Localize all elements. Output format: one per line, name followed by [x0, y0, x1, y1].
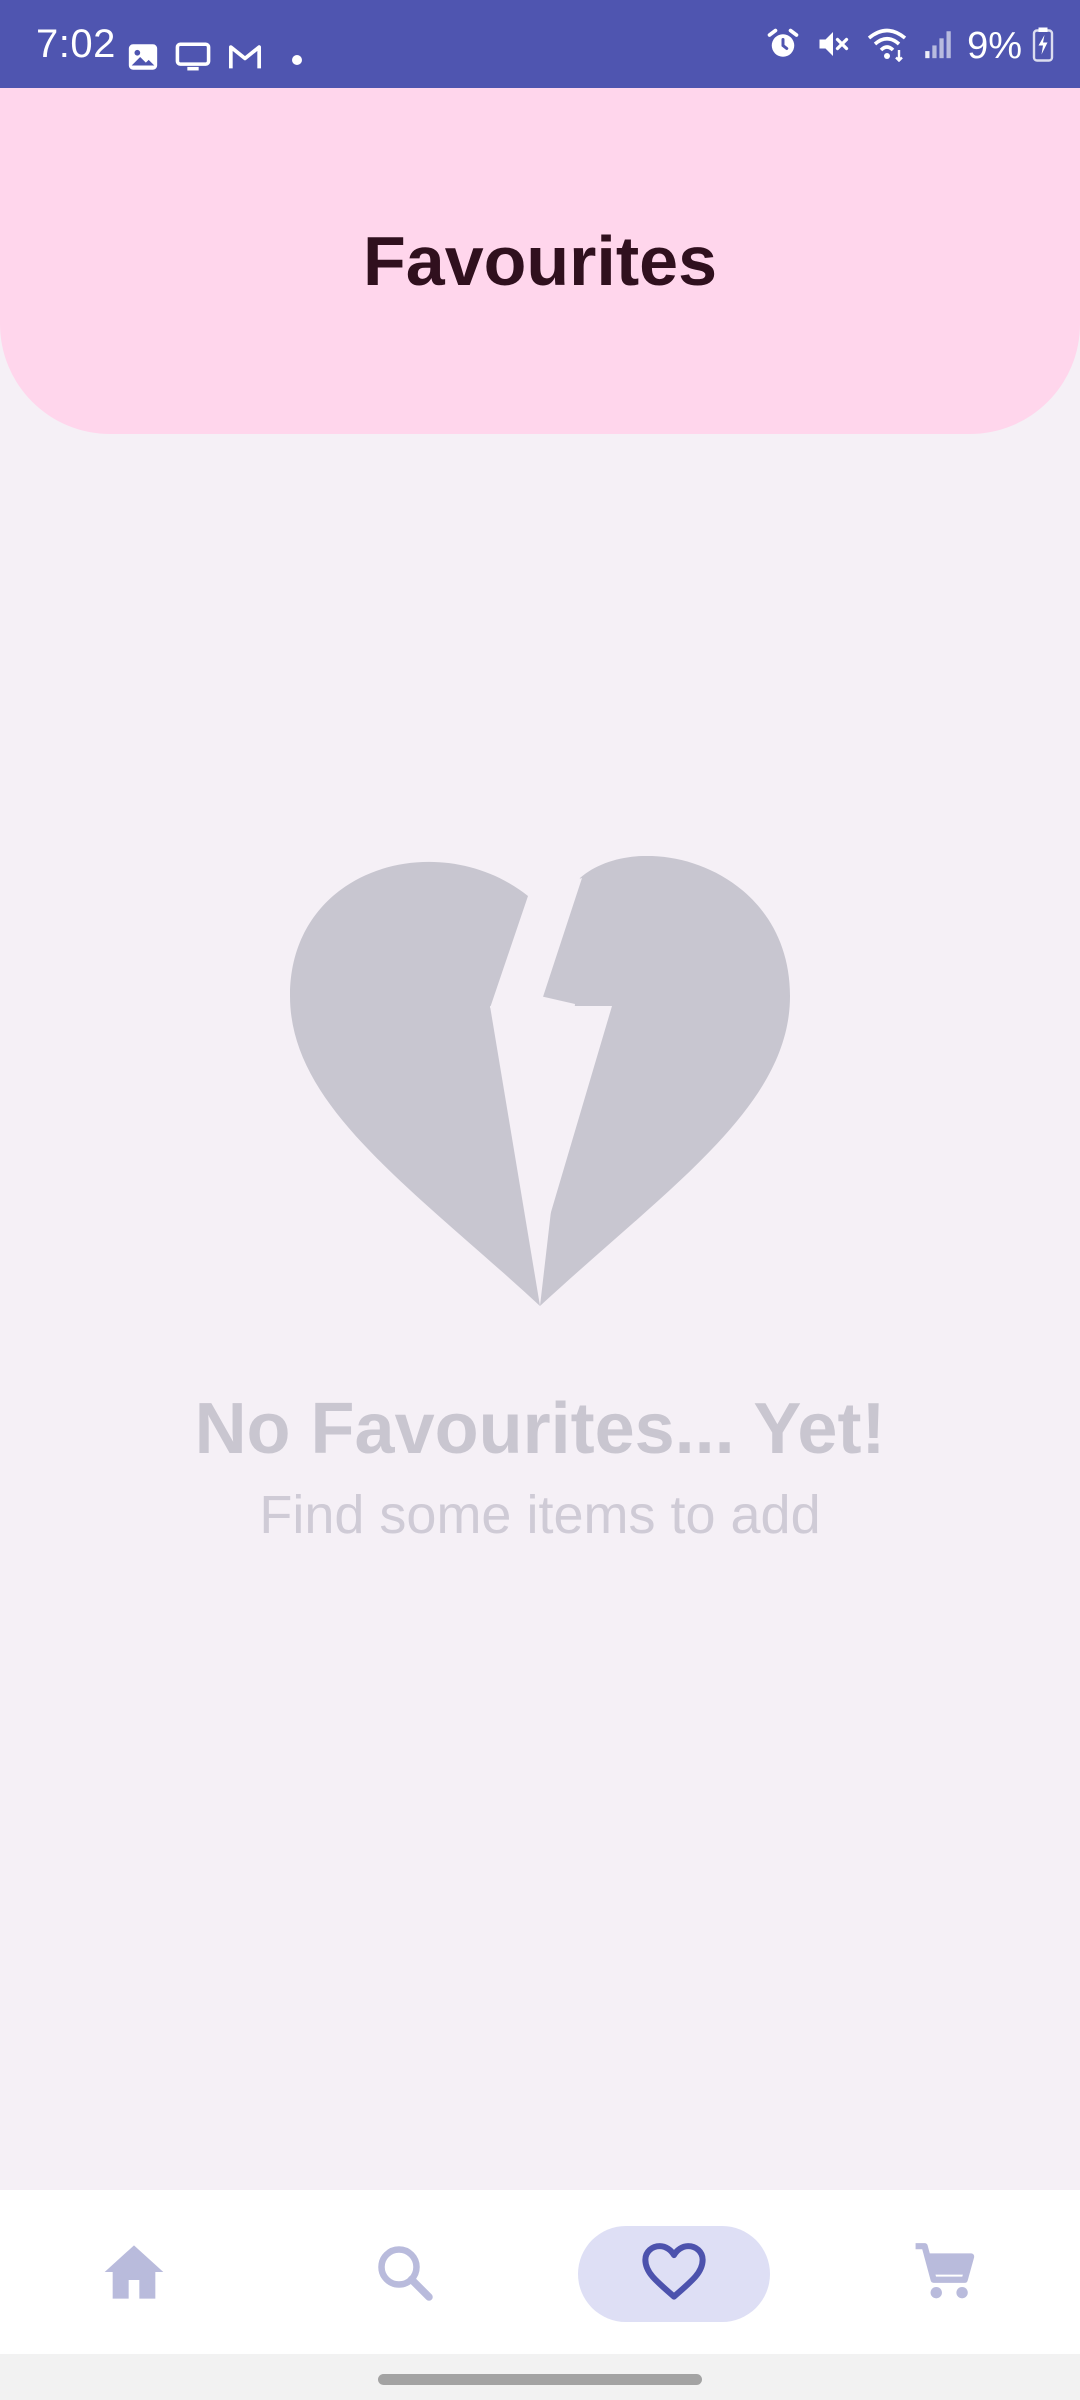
- signal-icon: [923, 27, 953, 66]
- heart-icon: [641, 2242, 707, 2307]
- gesture-area: [0, 2354, 1080, 2400]
- nav-favourites[interactable]: [578, 2226, 770, 2322]
- gallery-icon: [126, 40, 160, 79]
- home-icon: [102, 2242, 166, 2307]
- mute-icon: [815, 26, 851, 67]
- gmail-icon: [226, 40, 264, 79]
- status-left-icons: [126, 40, 302, 79]
- page-title: Favourites: [363, 222, 717, 300]
- status-right-icons: 9%: [765, 18, 1054, 74]
- empty-state-title: No Favourites... Yet!: [194, 1389, 886, 1469]
- top-app-bar: Favourites: [0, 88, 1080, 434]
- nav-cart[interactable]: [884, 2226, 1004, 2322]
- gesture-handle[interactable]: [378, 2374, 702, 2385]
- notification-dot: [292, 54, 302, 65]
- status-bar: 7:02 9%: [0, 0, 1080, 88]
- battery-icon: [1032, 26, 1054, 67]
- screen-icon: [174, 40, 212, 79]
- nav-home[interactable]: [74, 2226, 194, 2322]
- cart-icon: [912, 2241, 976, 2308]
- bottom-navigation: [0, 2190, 1080, 2354]
- empty-state-subtitle: Find some items to add: [259, 1485, 821, 1545]
- broken-heart-icon: [290, 855, 790, 1306]
- search-icon: [374, 2242, 434, 2307]
- wifi-icon: [865, 26, 909, 67]
- alarm-icon: [765, 26, 801, 67]
- nav-search[interactable]: [344, 2226, 464, 2322]
- status-time: 7:02: [36, 22, 116, 66]
- battery-percent: 9%: [967, 25, 1022, 67]
